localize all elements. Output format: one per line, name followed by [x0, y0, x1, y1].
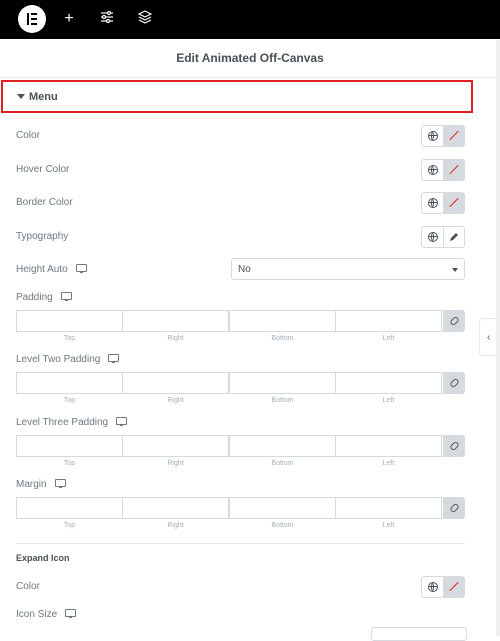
border-color-control[interactable] — [421, 192, 465, 214]
desktop-icon[interactable] — [108, 354, 120, 363]
height-auto-label: Height Auto — [16, 264, 87, 275]
right-caption: Right — [167, 460, 184, 467]
top-caption: Top — [63, 397, 76, 404]
section-menu[interactable]: Menu — [1, 80, 473, 113]
right-caption: Right — [167, 397, 184, 404]
padding-dimensions: Top Right Bottom Left — [16, 310, 465, 342]
caret-down-icon — [17, 94, 25, 99]
right-caption: Right — [167, 335, 184, 342]
desktop-icon[interactable] — [116, 417, 128, 426]
right-caption: Right — [167, 522, 184, 529]
bottom-caption: Bottom — [271, 522, 294, 529]
color-label: Color — [16, 130, 40, 141]
color-swatch[interactable] — [444, 193, 464, 213]
level-three-top-input[interactable] — [16, 435, 123, 457]
bottom-caption: Bottom — [271, 460, 294, 467]
typography-label: Typography — [16, 231, 69, 242]
desktop-icon[interactable] — [65, 609, 77, 618]
panel-header: Edit Animated Off-Canvas — [0, 39, 500, 78]
chevron-left-icon: ‹ — [487, 332, 491, 343]
padding-bottom-input[interactable] — [229, 310, 336, 332]
top-bar: + — [0, 0, 500, 39]
expand-icon-color-control[interactable] — [421, 576, 465, 598]
link-icon[interactable] — [443, 372, 465, 394]
desktop-icon[interactable] — [60, 292, 72, 301]
color-swatch[interactable] — [444, 126, 464, 146]
pencil-icon[interactable] — [444, 227, 464, 247]
border-color-label: Border Color — [16, 197, 73, 208]
section-label: Menu — [29, 91, 58, 103]
padding-label: Padding — [16, 292, 72, 303]
margin-bottom-input[interactable] — [229, 497, 336, 519]
icon-size-input[interactable] — [371, 627, 467, 641]
plus-icon[interactable]: + — [60, 10, 78, 28]
left-caption: Left — [382, 335, 395, 342]
color-control[interactable] — [421, 125, 465, 147]
padding-top-input[interactable] — [16, 310, 123, 332]
page-title: Edit Animated Off-Canvas — [176, 51, 324, 65]
sliders-icon[interactable] — [98, 10, 116, 28]
desktop-icon[interactable] — [75, 264, 87, 273]
divider — [16, 543, 465, 544]
level-two-padding-label: Level Two Padding — [16, 354, 120, 365]
scrollbar[interactable] — [496, 40, 500, 636]
link-icon[interactable] — [443, 310, 465, 332]
margin-dimensions: Top Right Bottom Left — [16, 497, 465, 529]
top-caption: Top — [63, 522, 76, 529]
level-three-right-input[interactable] — [122, 435, 229, 457]
global-icon[interactable] — [422, 577, 444, 597]
level-two-right-input[interactable] — [122, 372, 229, 394]
top-caption: Top — [63, 460, 76, 467]
margin-label: Margin — [16, 479, 66, 490]
layers-icon[interactable] — [136, 10, 154, 28]
padding-right-input[interactable] — [122, 310, 229, 332]
link-icon[interactable] — [443, 435, 465, 457]
select-value: No — [238, 264, 251, 275]
global-icon[interactable] — [422, 193, 444, 213]
typography-control[interactable] — [421, 226, 465, 248]
bottom-caption: Bottom — [271, 335, 294, 342]
level-three-bottom-input[interactable] — [229, 435, 336, 457]
color-swatch[interactable] — [444, 160, 464, 180]
link-icon[interactable] — [443, 497, 465, 519]
expand-icon-color-label: Color — [16, 581, 40, 592]
global-icon[interactable] — [422, 227, 444, 247]
level-two-padding-dimensions: Top Right Bottom Left — [16, 372, 465, 404]
level-three-left-input[interactable] — [335, 435, 442, 457]
height-auto-select[interactable]: No — [231, 258, 465, 280]
left-caption: Left — [382, 522, 395, 529]
global-icon[interactable] — [422, 126, 444, 146]
level-two-left-input[interactable] — [335, 372, 442, 394]
desktop-icon[interactable] — [54, 479, 66, 488]
elementor-logo-icon[interactable] — [18, 5, 46, 33]
bottom-caption: Bottom — [271, 397, 294, 404]
level-three-padding-label: Level Three Padding — [16, 417, 128, 428]
top-caption: Top — [63, 335, 76, 342]
padding-left-input[interactable] — [335, 310, 442, 332]
left-caption: Left — [382, 460, 395, 467]
hover-color-label: Hover Color — [16, 164, 70, 175]
level-two-bottom-input[interactable] — [229, 372, 336, 394]
color-swatch[interactable] — [444, 577, 464, 597]
level-two-top-input[interactable] — [16, 372, 123, 394]
global-icon[interactable] — [422, 160, 444, 180]
expand-icon-heading: Expand Icon — [16, 553, 70, 563]
margin-top-input[interactable] — [16, 497, 123, 519]
margin-left-input[interactable] — [335, 497, 442, 519]
chevron-down-icon — [452, 268, 458, 272]
hover-color-control[interactable] — [421, 159, 465, 181]
left-caption: Left — [382, 397, 395, 404]
level-three-padding-dimensions: Top Right Bottom Left — [16, 435, 465, 467]
icon-size-label: Icon Size — [16, 609, 77, 620]
margin-right-input[interactable] — [122, 497, 229, 519]
